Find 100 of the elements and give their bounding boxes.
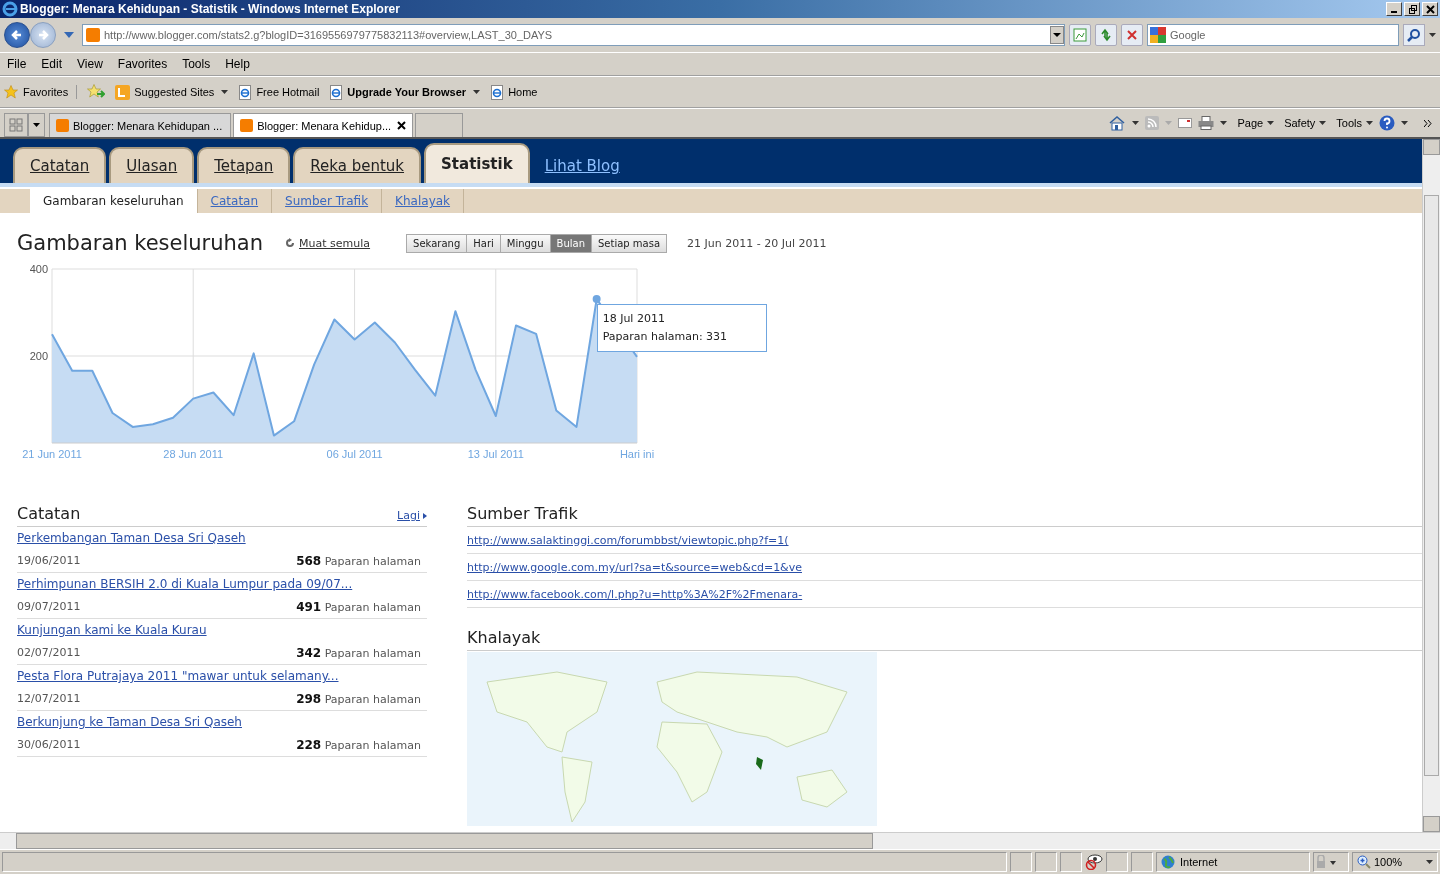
referrer-link[interactable]: http://www.salaktinggi.com/forumbbst/viewtopic.php?f=1( <box>467 534 789 547</box>
reload-link[interactable]: Muat semula <box>285 236 371 250</box>
post-link[interactable]: Pesta Flora Putrajaya 2011 "mawar untuk selamany... <box>17 669 427 683</box>
menu-item[interactable]: Favorites <box>117 57 168 71</box>
suggested-sites-icon <box>115 84 131 100</box>
zoom-level[interactable]: 100% <box>1352 852 1438 872</box>
site-favicon-icon <box>56 119 69 132</box>
protected-mode-button[interactable] <box>1313 852 1349 872</box>
post-link[interactable]: Berkunjung ke Taman Desa Sri Qaseh <box>17 715 427 729</box>
stop-icon[interactable] <box>1121 24 1143 46</box>
menu-item[interactable]: Edit <box>41 57 63 71</box>
vertical-scrollbar[interactable] <box>1422 139 1440 832</box>
search-field[interactable]: Google <box>1147 24 1399 46</box>
security-zone: Internet <box>1156 852 1310 872</box>
minimize-button[interactable] <box>1386 2 1402 16</box>
blog-tab[interactable]: Statistik <box>424 143 530 183</box>
tab-list-button[interactable] <box>28 113 45 137</box>
dropdown-caret-icon[interactable] <box>1132 121 1140 125</box>
range-button[interactable]: Hari <box>467 234 501 252</box>
search-icon <box>1407 28 1421 42</box>
menu-item[interactable]: Help <box>225 57 250 71</box>
section-heading: Sumber Trafik <box>467 504 1422 527</box>
favorites-link[interactable]: Upgrade Your Browser <box>329 84 481 100</box>
view-blog-link[interactable]: Lihat Blog <box>544 157 620 175</box>
view-unit: Paparan halaman <box>324 601 421 614</box>
blog-tab[interactable]: Tetapan <box>197 147 291 183</box>
search-button[interactable] <box>1403 24 1425 46</box>
referrer-link[interactable]: http://www.google.com.my/url?sa=t&source=web&cd=1&ve <box>467 561 802 574</box>
command-menu[interactable]: Page <box>1237 117 1275 129</box>
dropdown-caret-icon[interactable] <box>1050 26 1064 44</box>
view-count: 568 <box>296 554 322 568</box>
mail-icon[interactable] <box>1178 118 1193 128</box>
data-point[interactable] <box>592 295 601 303</box>
reload-label[interactable]: Muat semula <box>299 236 371 250</box>
help-icon[interactable] <box>1379 115 1395 131</box>
menu-item[interactable]: Tools <box>182 57 211 71</box>
blog-tab[interactable]: Ulasan <box>109 147 195 183</box>
status-pane <box>1035 852 1057 872</box>
view-count: 491 <box>296 600 322 614</box>
sub-tab[interactable]: Gambaran keseluruhan <box>30 189 198 213</box>
close-icon[interactable] <box>397 121 407 130</box>
view-count: 228 <box>296 738 322 752</box>
sub-tab[interactable]: Sumber Trafik <box>272 189 383 213</box>
back-button[interactable] <box>4 22 30 48</box>
favorites-link[interactable]: Home <box>490 84 538 100</box>
home-icon[interactable] <box>1108 115 1127 131</box>
post-date: 12/07/2011 <box>17 692 81 706</box>
axis-tick-label: 13 Jul 2011 <box>467 448 524 460</box>
caret-icon <box>1366 121 1373 125</box>
section-heading: Catatan <box>17 504 81 523</box>
chevron-icon[interactable] <box>1424 119 1432 127</box>
url-text: http://www.blogger.com/stats2.g?blogID=3169556979775832113#overview,LAST_30_DAYS <box>104 29 554 41</box>
blog-tab[interactable]: Reka bentuk <box>293 147 422 183</box>
section-heading: Gambaran keseluruhan <box>17 231 264 255</box>
post-link[interactable]: Perkembangan Taman Desa Sri Qaseh <box>17 531 427 545</box>
zoom-icon <box>1357 855 1371 869</box>
address-field[interactable]: http://www.blogger.com/stats2.g?blogID=3169556979775832113#overview,LAST_30_DAYS <box>82 24 1065 46</box>
sub-tab[interactable]: Catatan <box>197 189 273 213</box>
dropdown-caret-icon[interactable] <box>1429 33 1436 37</box>
browser-tab[interactable]: Blogger: Menara Kehidup... <box>233 113 414 137</box>
horizontal-scrollbar[interactable] <box>0 832 1440 849</box>
more-link[interactable]: Lagi <box>397 509 427 522</box>
dropdown-caret-icon[interactable] <box>1401 121 1408 125</box>
site-favicon-icon <box>240 119 254 132</box>
restore-button[interactable] <box>1404 2 1420 16</box>
refresh-icon[interactable] <box>1095 24 1117 46</box>
status-pane <box>1106 852 1128 872</box>
add-favorite-icon[interactable] <box>87 84 106 100</box>
privacy-blocked-icon[interactable] <box>1085 854 1103 870</box>
favorites-link[interactable]: Free Hotmail <box>238 84 320 100</box>
command-menu[interactable]: Tools <box>1336 117 1373 129</box>
dropdown-caret-icon <box>221 90 229 94</box>
star-icon <box>4 85 18 99</box>
menu-item[interactable]: File <box>7 57 27 71</box>
favorites-button[interactable]: Favorites <box>4 85 78 99</box>
post-date: 09/07/2011 <box>17 600 81 614</box>
post-link[interactable]: Kunjungan kami ke Kuala Kurau <box>17 623 427 637</box>
command-menu[interactable]: Safety <box>1284 117 1327 129</box>
blog-tab[interactable]: Catatan <box>13 147 107 183</box>
close-button[interactable] <box>1422 2 1438 16</box>
dropdown-caret-icon[interactable] <box>1220 121 1228 125</box>
referrer-link[interactable]: http://www.facebook.com/l.php?u=http%3A%2F%2Fmenara- <box>467 588 803 601</box>
caret-icon <box>1267 121 1275 125</box>
axis-tick-label: 400 <box>29 263 48 275</box>
browser-tab[interactable]: Blogger: Menara Kehidupan ... <box>49 113 232 137</box>
page-icon <box>490 84 505 100</box>
range-button[interactable]: Minggu <box>500 234 551 252</box>
post-link[interactable]: Perhimpunan BERSIH 2.0 di Kuala Lumpur pada 09/07... <box>17 577 427 591</box>
range-button[interactable]: Setiap masa <box>592 234 667 252</box>
print-icon[interactable] <box>1198 116 1215 130</box>
range-button[interactable]: Bulan <box>550 234 592 252</box>
browser-logo-icon <box>2 1 18 17</box>
axis-tick-label: 06 Jul 2011 <box>326 448 383 460</box>
favorites-link[interactable]: Suggested Sites <box>115 84 229 100</box>
sub-tab[interactable]: Khalayak <box>382 189 465 213</box>
menu-item[interactable]: View <box>77 57 103 71</box>
restore-icon <box>1407 4 1417 14</box>
date-range: 21 Jun 2011 - 20 Jul 2011 <box>687 236 827 250</box>
refresh-icon <box>285 238 296 248</box>
range-button[interactable]: Sekarang <box>407 234 468 252</box>
